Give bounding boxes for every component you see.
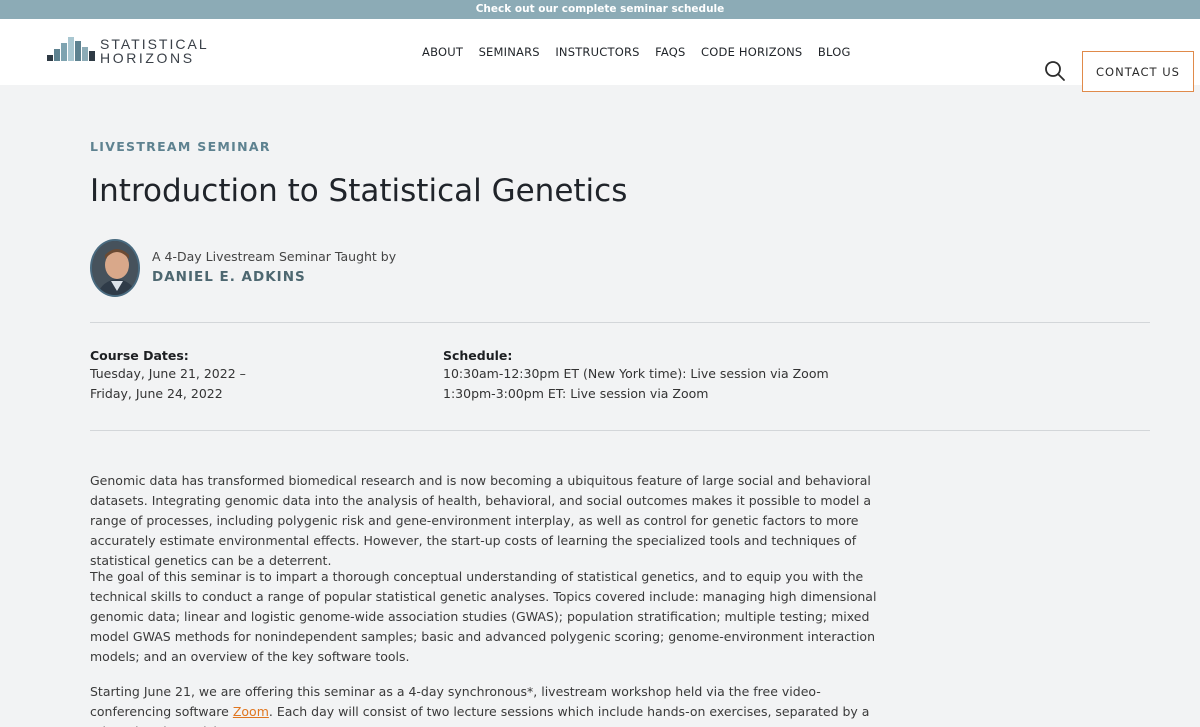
course-dates: Course Dates: Tuesday, June 21, 2022 – F…: [90, 348, 246, 404]
zoom-link[interactable]: Zoom: [233, 704, 269, 719]
announcement-text[interactable]: Check out our complete seminar schedule: [476, 3, 725, 15]
nav-blog[interactable]: BLOG: [818, 45, 851, 59]
contact-us-label: CONTACT US: [1096, 64, 1180, 79]
instructor-avatar[interactable]: [90, 239, 140, 297]
schedule: Schedule: 10:30am-12:30pm ET (New York t…: [443, 348, 829, 404]
description-paragraph-3: Starting June 21, we are offering this s…: [90, 682, 880, 727]
divider: [90, 322, 1150, 323]
schedule-line-1: 10:30am-12:30pm ET (New York time): Live…: [443, 366, 829, 381]
main-nav: ABOUT SEMINARS INSTRUCTORS FAQS CODE HOR…: [422, 19, 866, 85]
course-dates-end: Friday, June 24, 2022: [90, 386, 223, 401]
seminar-type-label: LIVESTREAM SEMINAR: [90, 139, 271, 154]
nav-faqs[interactable]: FAQS: [655, 45, 685, 59]
course-dates-label: Course Dates:: [90, 348, 189, 363]
course-dates-start: Tuesday, June 21, 2022 –: [90, 366, 246, 381]
schedule-line-2: 1:30pm-3:00pm ET: Live session via Zoom: [443, 386, 709, 401]
site-header: STATISTICAL HORIZONS ABOUT SEMINARS INST…: [0, 19, 1200, 92]
nav-code-horizons[interactable]: CODE HORIZONS: [701, 45, 802, 59]
nav-instructors[interactable]: INSTRUCTORS: [555, 45, 639, 59]
page-title: Introduction to Statistical Genetics: [90, 173, 628, 209]
logo-line2: HORIZONS: [100, 50, 195, 66]
schedule-label: Schedule:: [443, 348, 513, 363]
instructor-name[interactable]: DANIEL E. ADKINS: [152, 269, 306, 285]
nav-seminars[interactable]: SEMINARS: [479, 45, 540, 59]
taught-by-text: A 4-Day Livestream Seminar Taught by: [152, 249, 397, 264]
contact-us-button[interactable]: CONTACT US: [1082, 51, 1194, 92]
site-logo[interactable]: STATISTICAL HORIZONS: [47, 37, 209, 65]
description-paragraph-1: Genomic data has transformed biomedical …: [90, 473, 871, 568]
logo-line1: STATISTICAL: [100, 36, 209, 52]
logo-text: STATISTICAL HORIZONS: [100, 37, 209, 65]
announcement-bar[interactable]: Check out our complete seminar schedule: [0, 0, 1200, 19]
logo-mark-icon: [47, 37, 97, 65]
nav-about[interactable]: ABOUT: [422, 45, 463, 59]
search-icon[interactable]: [1044, 60, 1066, 82]
divider: [90, 430, 1150, 431]
description-paragraph-2: The goal of this seminar is to impart a …: [90, 569, 877, 664]
